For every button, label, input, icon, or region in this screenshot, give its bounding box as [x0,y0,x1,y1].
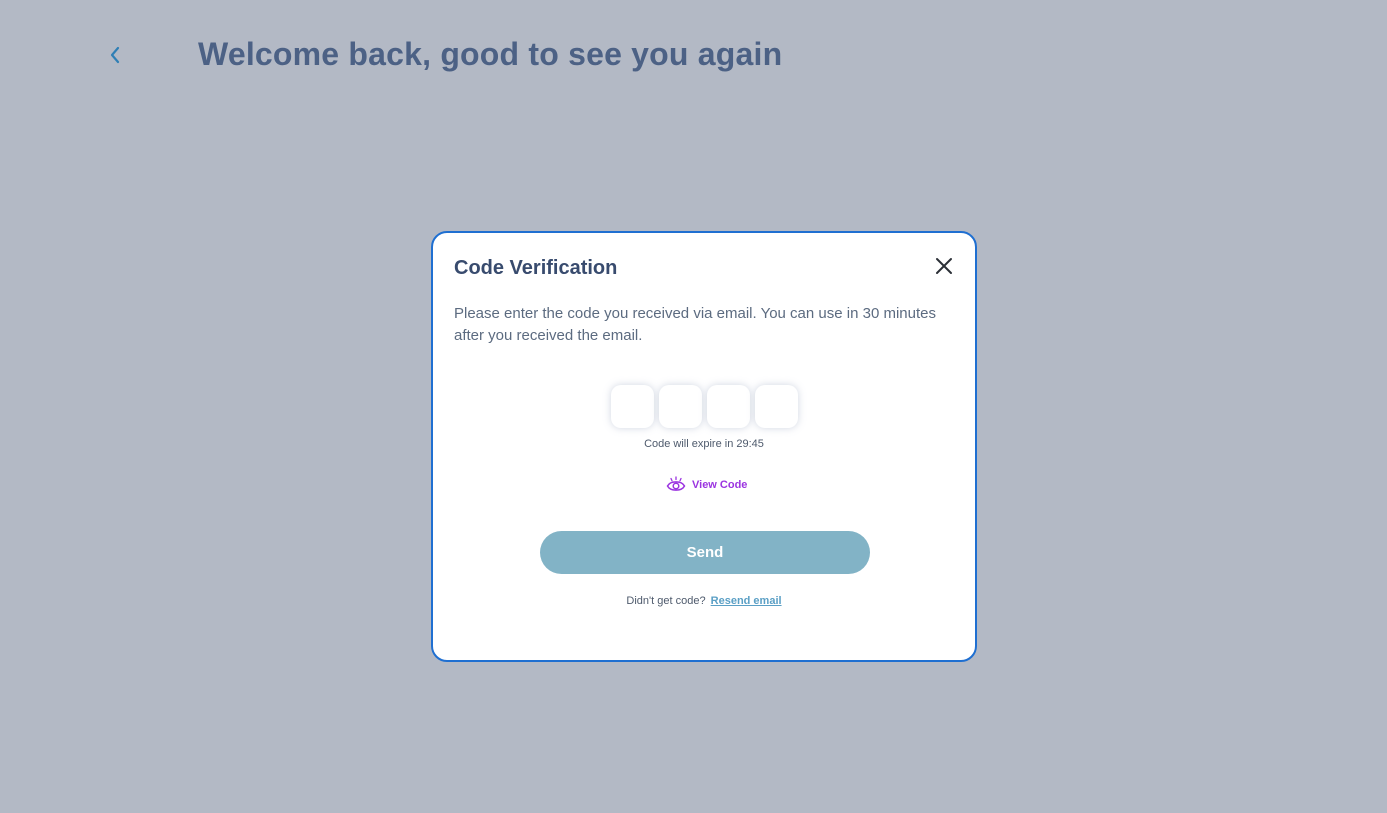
close-icon [936,258,952,274]
chevron-left-icon [110,46,120,64]
code-digit-4[interactable] [755,385,798,428]
code-verification-modal: Code Verification Please enter the code … [431,231,977,662]
view-code-button[interactable]: View Code [666,476,747,494]
back-button[interactable] [104,44,126,66]
eye-icon [666,476,686,491]
resend-row: Didn't get code? Resend email [433,595,975,607]
code-digit-3[interactable] [707,385,750,428]
modal-title: Code Verification [454,257,618,279]
resend-email-link[interactable]: Resend email [711,595,782,607]
close-button[interactable] [933,255,955,277]
modal-description: Please enter the code you received via e… [454,305,936,344]
code-expire-text: Code will expire in 29:45 [644,438,764,450]
send-button[interactable]: Send [540,531,870,574]
resend-prompt: Didn't get code? [626,595,706,607]
page-title: Welcome back, good to see you again [198,36,783,72]
code-digit-1[interactable] [611,385,654,428]
code-digit-2[interactable] [659,385,702,428]
view-code-label: View Code [692,479,748,491]
code-input-group [611,385,798,428]
